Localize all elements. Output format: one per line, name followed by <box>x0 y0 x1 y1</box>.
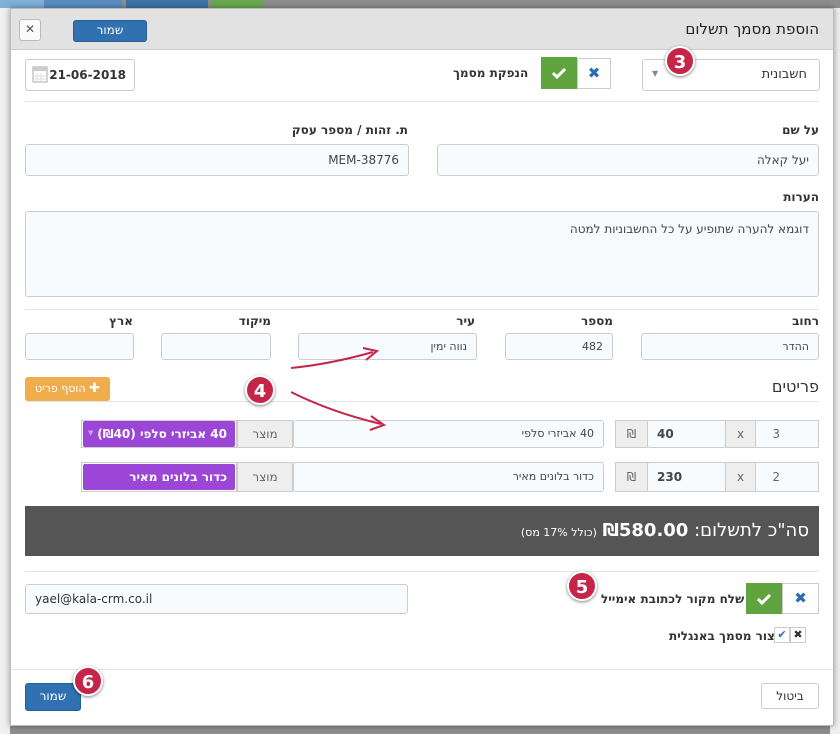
check-icon <box>551 67 567 80</box>
country-label: ארץ <box>109 314 133 328</box>
calendar-icon <box>32 66 48 83</box>
total-amount: ₪580.00 <box>602 520 689 541</box>
divider <box>25 101 819 102</box>
background-tab <box>0 0 44 8</box>
step-badge-3: 3 <box>665 46 695 76</box>
product-label: מוצר <box>237 420 293 448</box>
total-label: סה"כ לתשלום: <box>694 520 809 541</box>
total-summary: סה"כ לתשלום: ₪580.00 (כולל 17% מס) <box>521 520 809 541</box>
item-qty[interactable]: 2 <box>755 462 819 492</box>
add-item-button[interactable]: ✚ הוסף פריט <box>25 377 110 401</box>
divider <box>25 571 819 572</box>
times-symbol: x <box>725 420 756 448</box>
name-field[interactable]: יעל קאלה <box>437 144 819 176</box>
product-tag: כדור בלונים מאיר (₪230) <box>83 464 235 510</box>
notes-label: הערות <box>783 190 819 204</box>
background-page <box>0 8 10 734</box>
number-label: מספר <box>581 314 613 328</box>
modal-header: הוספת מסמך תשלום ✕ שמור <box>11 9 833 50</box>
issue-document-toggle-on[interactable] <box>541 57 577 89</box>
divider <box>25 309 819 310</box>
id-field[interactable]: MEM-38776 <box>25 144 409 176</box>
product-select[interactable]: 40 אביזרי סלפי (₪40) ▼ <box>81 420 237 448</box>
items-title: פריטים <box>771 377 819 396</box>
id-label: ת. זהות / מספר עסק <box>291 123 408 137</box>
divider <box>11 669 833 670</box>
cancel-button[interactable]: ביטול <box>761 683 819 709</box>
item-qty[interactable]: 3 <box>755 420 819 448</box>
divider <box>25 401 819 402</box>
times-symbol: x <box>725 462 756 492</box>
item-price[interactable]: 230 <box>647 462 726 492</box>
modal-title: הוספת מסמך תשלום <box>685 20 819 38</box>
date-picker[interactable]: 21-06-2018 <box>25 59 135 91</box>
chevron-down-icon: ▼ <box>88 429 94 437</box>
annotation-arrows <box>291 347 387 431</box>
send-email-toggle-on[interactable] <box>746 583 782 614</box>
date-value: 21-06-2018 <box>49 68 126 82</box>
x-icon: ✖ <box>790 627 806 643</box>
issue-document-toggle-off[interactable]: ✖ <box>577 58 611 89</box>
zip-field[interactable] <box>161 333 271 360</box>
background-tab <box>126 0 208 8</box>
step-badge-6: 6 <box>73 666 103 696</box>
add-item-label: הוסף פריט <box>35 382 86 395</box>
footer-save-button[interactable]: שמור <box>25 683 81 711</box>
x-icon: ✖ <box>587 64 601 82</box>
street-field[interactable]: ההדר <box>641 333 819 360</box>
background-tab <box>212 0 264 8</box>
notes-textarea[interactable]: דוגמא להערה שתופיע על כל החשבוניות למטה <box>25 211 819 297</box>
step-badge-4: 4 <box>245 375 275 405</box>
check-icon: ✔ <box>774 627 790 643</box>
payment-document-modal: הוספת מסמך תשלום ✕ שמור חשבונית ▼ 3 הנפק… <box>10 8 834 726</box>
background-tab <box>44 0 122 8</box>
document-type-value: חשבונית <box>761 67 807 82</box>
vat-note: (כולל 17% מס) <box>520 526 597 539</box>
item-price[interactable]: 40 <box>647 420 726 448</box>
product-select[interactable]: כדור בלונים מאיר (₪230) <box>81 462 237 510</box>
x-icon: ✖ <box>794 589 807 607</box>
currency-symbol: ₪ <box>615 420 648 448</box>
country-field[interactable] <box>25 333 134 360</box>
english-document-toggle[interactable]: ✔ ✖ <box>774 627 819 644</box>
english-document-label: צור מסמך באנגלית <box>669 629 775 643</box>
send-email-label: שלח מקור לכתובת אימייל <box>601 592 745 606</box>
city-label: עיר <box>456 314 475 328</box>
send-email-toggle-off[interactable]: ✖ <box>782 583 819 614</box>
number-field[interactable]: 482 <box>505 333 613 360</box>
email-field[interactable]: yael@kala-crm.co.il <box>25 584 408 614</box>
name-label: על שם <box>782 123 819 137</box>
zip-label: מיקוד <box>238 314 271 328</box>
total-bar: סה"כ לתשלום: ₪580.00 (כולל 17% מס) <box>25 506 819 556</box>
product-tag: 40 אביזרי סלפי (₪40) <box>83 421 235 447</box>
chevron-down-icon: ▼ <box>652 69 659 78</box>
plus-icon: ✚ <box>89 381 100 396</box>
item-description[interactable]: כדור בלונים מאיר <box>293 462 604 492</box>
step-badge-5: 5 <box>567 571 597 601</box>
street-label: רחוב <box>792 314 819 328</box>
close-icon[interactable]: ✕ <box>19 19 41 41</box>
product-label: מוצר <box>237 462 293 492</box>
header-save-button[interactable]: שמור <box>73 20 147 42</box>
issue-document-label: הנפקת מסמך <box>453 66 529 80</box>
check-icon <box>756 593 772 606</box>
currency-symbol: ₪ <box>615 462 648 492</box>
